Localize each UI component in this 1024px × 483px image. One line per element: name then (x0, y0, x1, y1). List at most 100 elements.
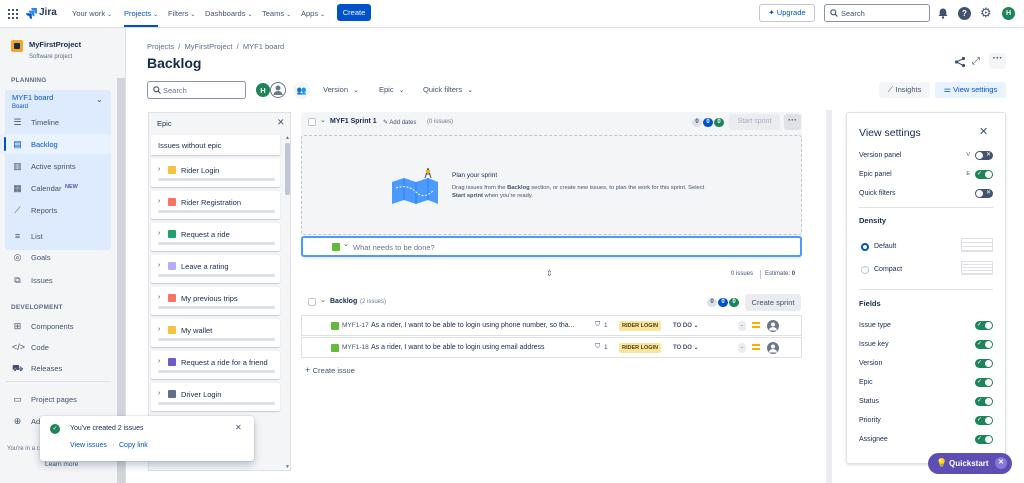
backlog-search-input[interactable]: Search (147, 81, 246, 99)
close-icon[interactable]: ✕ (277, 117, 285, 128)
quick-filters[interactable]: Quick filters ⌄ (423, 85, 473, 94)
version-filter[interactable]: Version ⌄ (323, 85, 359, 94)
epic-item[interactable]: › My previous trips (151, 287, 280, 315)
field-toggle-switch[interactable]: ✓ (975, 416, 993, 425)
field-toggle-switch[interactable]: ✓ (975, 435, 993, 444)
add-people-icon[interactable]: 👥 (293, 82, 310, 99)
close-icon[interactable]: ✕ (235, 423, 242, 432)
nav-teams[interactable]: Teams ⌄ (262, 9, 291, 18)
scroll-down-icon[interactable]: ▼ (285, 464, 290, 470)
sidebar-item-goals[interactable]: ◎ Goals (0, 247, 111, 267)
insights-button[interactable]: ⟋ Insights (879, 82, 930, 98)
epic-item[interactable]: › Driver Login (151, 383, 280, 411)
breadcrumb-project[interactable]: MyFirstProject (185, 42, 233, 51)
sidebar-item-list[interactable]: ≡ List (0, 226, 111, 246)
chevron-right-icon[interactable]: › (158, 230, 160, 237)
learn-more-link[interactable]: Learn more (45, 461, 78, 468)
nav-apps[interactable]: Apps ⌄ (301, 9, 325, 18)
sidebar-item-active-sprints[interactable]: ▥ Active sprints (0, 156, 111, 176)
assignee-avatar[interactable] (767, 320, 779, 332)
create-issue-input[interactable]: ⌄ What needs to be done? (301, 236, 802, 257)
nav-filters[interactable]: Filters ⌄ (168, 9, 195, 18)
story-type-icon[interactable] (332, 243, 340, 251)
breadcrumb-board[interactable]: MYF1 board (243, 42, 284, 51)
assignee-avatar-unassigned[interactable] (270, 82, 286, 98)
nav-your-work[interactable]: Your work ⌄ (72, 9, 112, 18)
epic-lozenge[interactable]: RIDER LOGIN (619, 343, 662, 353)
sidebar-item-calendar[interactable]: ▦ Calendar NEW (0, 178, 111, 198)
epic-lozenge[interactable]: RIDER LOGIN (619, 321, 662, 331)
project-avatar[interactable] (11, 40, 23, 52)
scrollbar-thumb[interactable] (285, 143, 290, 195)
close-icon[interactable]: ✕ (979, 125, 988, 138)
nav-dashboards[interactable]: Dashboards ⌄ (205, 9, 252, 18)
add-dates-link[interactable]: ✎ Add dates (383, 119, 416, 126)
sidebar-item-project-pages[interactable]: ▭ Project pages (0, 389, 111, 409)
status-dropdown[interactable]: TO DO ⌄ (673, 344, 699, 351)
field-toggle-switch[interactable]: ✓ (975, 359, 993, 368)
chevron-down-icon[interactable]: ⌄ (320, 296, 326, 304)
board-selector[interactable]: MYF1 board Board ⌄ (5, 90, 111, 112)
radio-unselected[interactable] (861, 266, 869, 274)
chevron-right-icon[interactable]: › (158, 358, 160, 365)
chevron-down-icon[interactable]: ⌄ (343, 240, 349, 248)
create-issue-button[interactable]: + Create issue (305, 365, 355, 375)
status-dropdown[interactable]: TO DO ⌄ (673, 322, 699, 329)
sidebar-item-releases[interactable]: ⛟ Releases (0, 358, 111, 378)
epic-panel-scrollbar[interactable]: ▲ ▼ (285, 135, 290, 470)
sidebar-item-code[interactable]: </> Code (0, 337, 111, 357)
sidebar-item-issues[interactable]: ⧉ Issues (0, 270, 111, 290)
help-icon[interactable]: ? (958, 7, 971, 20)
breadcrumb-projects[interactable]: Projects (147, 42, 174, 51)
sprint-more-button[interactable]: ··· (784, 114, 801, 130)
start-sprint-button[interactable]: Start sprint (729, 114, 780, 130)
app-switcher-icon[interactable] (8, 9, 18, 19)
field-toggle-switch[interactable]: ✓ (975, 321, 993, 330)
quickstart-button[interactable]: 💡 Quickstart ✕ (928, 453, 1012, 474)
chevron-right-icon[interactable]: › (158, 262, 160, 269)
panel-toggle-switch[interactable]: ✕ (975, 189, 993, 198)
field-toggle-switch[interactable]: ✓ (975, 340, 993, 349)
settings-icon[interactable]: ⚙ (980, 6, 993, 19)
global-search-input[interactable]: Search (824, 4, 930, 22)
issues-without-epic[interactable]: Issues without epic (151, 135, 280, 155)
close-icon[interactable]: ✕ (995, 457, 1007, 469)
assignee-avatar-h[interactable]: H (255, 82, 271, 98)
chevron-right-icon[interactable]: › (158, 390, 160, 397)
fullscreen-icon[interactable]: ⤢ (972, 56, 980, 67)
epic-item[interactable]: › Request a ride (151, 223, 280, 251)
main-scrollbar[interactable] (826, 110, 832, 483)
chevron-right-icon[interactable]: › (158, 326, 160, 333)
radio-selected[interactable] (861, 243, 869, 251)
scroll-up-icon[interactable]: ▲ (285, 135, 290, 141)
density-compact-option[interactable]: Compact (859, 261, 993, 279)
epic-item[interactable]: › Request a ride for a friend (151, 351, 280, 379)
assignee-avatar[interactable] (767, 342, 779, 354)
user-avatar[interactable]: H (1002, 7, 1015, 20)
density-default-option[interactable]: Default (859, 238, 993, 256)
epic-item[interactable]: › Rider Login (151, 159, 280, 187)
backlog-checkbox[interactable] (308, 298, 316, 306)
create-sprint-button[interactable]: Create sprint (745, 294, 801, 311)
view-settings-button[interactable]: ⚌ View settings (935, 82, 1006, 98)
upgrade-button[interactable]: ✦ Upgrade (759, 4, 815, 22)
more-actions-button[interactable]: ··· (989, 53, 1006, 69)
resize-handle-icon[interactable]: ⇕ (546, 269, 553, 278)
epic-item[interactable]: › Rider Registration (151, 191, 280, 219)
issue-row[interactable]: MYF1-18 As a rider, I want to be able to… (301, 337, 802, 358)
panel-toggle-switch[interactable]: ✓ (975, 170, 993, 179)
sprint-checkbox[interactable] (308, 118, 316, 126)
view-issues-link[interactable]: View issues (70, 442, 107, 449)
issue-key[interactable]: MYF1-18 (342, 344, 369, 351)
chevron-right-icon[interactable]: › (158, 166, 160, 173)
project-name[interactable]: MyFirstProject (29, 40, 81, 49)
chevron-down-icon[interactable]: ⌄ (320, 116, 326, 124)
create-button[interactable]: Create (337, 4, 371, 21)
issue-key[interactable]: MYF1-17 (342, 322, 369, 329)
panel-toggle-switch[interactable]: ✕ (975, 151, 993, 160)
copy-link[interactable]: Copy link (119, 442, 148, 449)
sidebar-item-backlog[interactable]: ▤ Backlog (0, 134, 111, 154)
chevron-right-icon[interactable]: › (158, 294, 160, 301)
sidebar-item-timeline[interactable]: ☰ Timeline (0, 112, 111, 132)
epic-item[interactable]: › My wallet (151, 319, 280, 347)
